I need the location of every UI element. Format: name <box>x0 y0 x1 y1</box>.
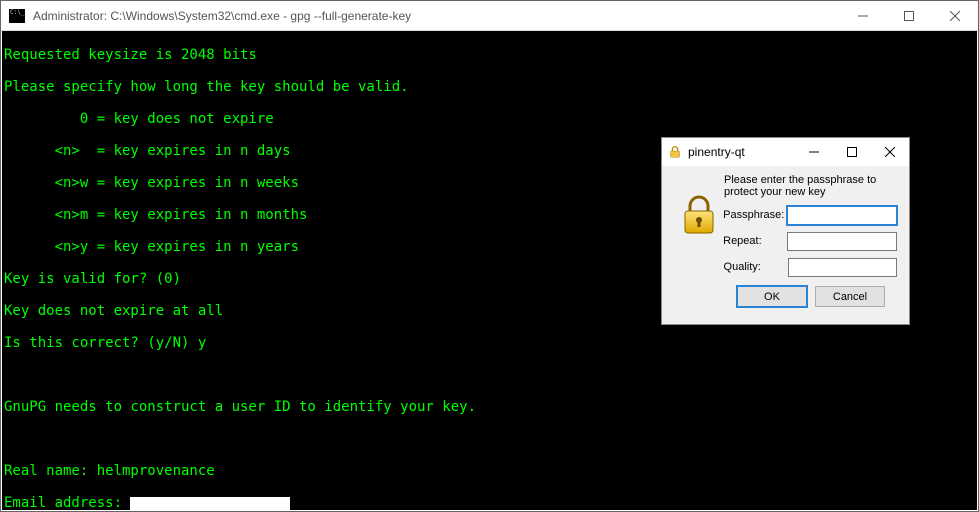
console-line <box>4 367 975 383</box>
console-line: Email address: <box>4 495 975 510</box>
dialog-close-button[interactable] <box>871 138 909 166</box>
lock-icon <box>668 145 682 159</box>
cancel-button[interactable]: Cancel <box>815 286 885 307</box>
close-icon <box>950 11 960 21</box>
console-line: GnuPG needs to construct a user ID to id… <box>4 399 975 415</box>
passphrase-label: Passphrase: <box>723 209 787 221</box>
console-line: Real name: helmprovenance <box>4 463 975 479</box>
maximize-icon <box>847 147 857 157</box>
console-line <box>4 431 975 447</box>
ok-button[interactable]: OK <box>737 286 807 307</box>
quality-label: Quality: <box>724 261 788 273</box>
close-button[interactable] <box>932 1 978 30</box>
maximize-icon <box>904 11 914 21</box>
console-line: 0 = key does not expire <box>4 111 975 127</box>
cmd-icon <box>9 9 25 23</box>
repeat-label: Repeat: <box>723 235 787 247</box>
console-line: Is this correct? (y/N) y <box>4 335 975 351</box>
console-text: Email address: <box>4 495 130 510</box>
dialog-title: pinentry-qt <box>688 145 795 159</box>
quality-meter <box>788 258 897 277</box>
passphrase-input[interactable] <box>787 206 897 225</box>
dialog-body: Please enter the passphrase to protect y… <box>662 166 909 317</box>
dialog-button-row: OK Cancel <box>674 280 897 307</box>
console-line: Please specify how long the key should b… <box>4 79 975 95</box>
pinentry-dialog: pinentry-qt Please enter the passphrase … <box>661 137 910 325</box>
dialog-minimize-button[interactable] <box>795 138 833 166</box>
console-line: Requested keysize is 2048 bits <box>4 47 975 63</box>
lock-icon <box>681 195 717 235</box>
maximize-button[interactable] <box>886 1 932 30</box>
dialog-maximize-button[interactable] <box>833 138 871 166</box>
cmd-titlebar[interactable]: Administrator: C:\Windows\System32\cmd.e… <box>1 1 978 31</box>
close-icon <box>885 147 895 157</box>
repeat-input[interactable] <box>787 232 897 251</box>
cmd-window-title: Administrator: C:\Windows\System32\cmd.e… <box>33 9 840 23</box>
minimize-button[interactable] <box>840 1 886 30</box>
minimize-icon <box>809 147 819 157</box>
minimize-icon <box>858 11 868 21</box>
titlebar-controls <box>840 1 978 30</box>
dialog-titlebar[interactable]: pinentry-qt <box>662 138 909 166</box>
redacted-email <box>130 497 290 510</box>
